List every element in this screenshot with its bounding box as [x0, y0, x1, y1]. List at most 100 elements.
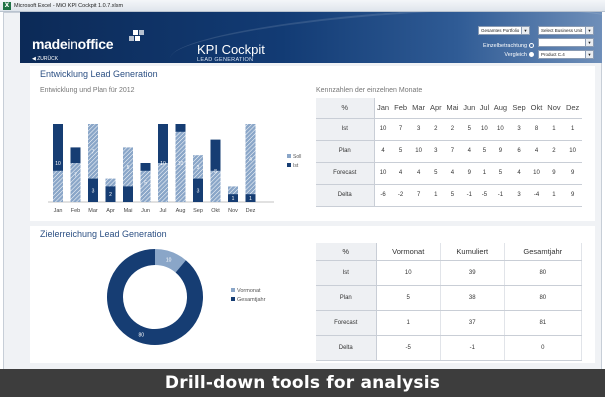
- table-cell: 10: [376, 260, 441, 286]
- table-cell: 5: [391, 140, 410, 163]
- table-row: Forecast 10 4 4 5 4 9 1 5 4 10 9 9: [316, 162, 582, 185]
- table-cell: 4: [509, 162, 529, 185]
- column-header: %: [316, 98, 375, 119]
- column-header: Mai: [443, 98, 461, 119]
- table-cell: -5: [477, 184, 492, 207]
- data-label-ist: 5: [144, 181, 147, 187]
- bar-soll-jan: [53, 170, 63, 202]
- column-header: Mar: [409, 98, 428, 119]
- back-link[interactable]: ◀ ZURÜCK: [32, 56, 58, 62]
- page-subtitle: LEAD GENERATION: [197, 57, 254, 63]
- data-label-soll: 4: [249, 157, 252, 163]
- bar-chart: 10 Jan 7 Feb 3 7 Mar 2 Apr 5 Mai 5 Jun 10 Jul 10 Aug 3 3 Se…: [48, 124, 301, 214]
- column-header: Sep: [509, 98, 529, 119]
- vergleich-radio[interactable]: Vergleich: [460, 52, 534, 58]
- table-cell: 5: [427, 162, 444, 185]
- x-tick-label: Jan: [54, 208, 63, 214]
- row-label: Delta: [316, 335, 377, 361]
- donut-label: 80: [139, 333, 145, 339]
- table-cell: 5: [443, 184, 461, 207]
- window-title: Microsoft Excel - MiO KPI Cockpit 1.0.7.…: [14, 2, 124, 9]
- column-header: Aug: [491, 98, 510, 119]
- x-tick-label: Mai: [124, 208, 133, 214]
- table-cell: 1: [544, 118, 564, 141]
- table-row: Ist 10 39 80: [316, 260, 583, 286]
- caption-banner: Drill-down tools for analysis: [0, 369, 605, 397]
- table-cell: 9: [563, 162, 582, 185]
- chart-subtitle: Entwicklung und Plan für 2012: [40, 87, 135, 94]
- excel-icon: X: [3, 1, 11, 10]
- table-cell: 10: [528, 162, 545, 185]
- table-cell: 4: [528, 140, 545, 163]
- data-label-ist: 7: [74, 173, 77, 179]
- table-cell: 4: [443, 162, 461, 185]
- column-header: Feb: [391, 98, 410, 119]
- table-cell: 9: [491, 140, 510, 163]
- data-label-ist: 10: [178, 161, 184, 167]
- table-cell: 2: [427, 118, 444, 141]
- table-cell: 1: [376, 310, 441, 336]
- table-cell: 80: [504, 285, 583, 311]
- table-cell: -1: [460, 184, 478, 207]
- table-cell: 37: [440, 310, 505, 336]
- chevron-down-icon: ▼: [521, 27, 529, 34]
- data-label-soll: 7: [92, 149, 95, 155]
- table-cell: -2: [391, 184, 410, 207]
- column-header: Nov: [544, 98, 564, 119]
- table-cell: 4: [391, 162, 410, 185]
- table-cell: 9: [544, 162, 564, 185]
- bar-soll-feb: [70, 163, 81, 202]
- table-cell: 8: [528, 118, 545, 141]
- table-cell: 7: [391, 118, 410, 141]
- row-label: Forecast: [316, 310, 377, 336]
- page-title: KPI Cockpit: [197, 42, 265, 57]
- x-tick-label: Mar: [88, 208, 98, 214]
- dashboard-header: madeinoffice ◀ ZURÜCK KPI Cockpit LEAD G…: [20, 12, 602, 63]
- data-label-ist: 1: [249, 196, 252, 202]
- table-row: Forecast 1 37 81: [316, 310, 583, 336]
- data-label-ist: 8: [214, 169, 217, 175]
- column-header: Gesamtjahr: [504, 243, 583, 261]
- x-tick-label: Feb: [71, 208, 80, 214]
- column-header: Okt: [528, 98, 545, 119]
- legend-label-soll: Soll: [293, 154, 301, 160]
- logo-mark-icon: [129, 30, 145, 42]
- x-tick-label: Okt: [211, 208, 220, 214]
- blank-select[interactable]: ▼: [538, 38, 594, 47]
- table-cell: 7: [443, 140, 461, 163]
- table-cell: 5: [460, 118, 478, 141]
- data-label-ist: 2: [109, 192, 112, 198]
- table-cell: 38: [440, 285, 505, 311]
- table-cell: 80: [504, 260, 583, 286]
- table-row: Plan 4 5 10 3 7 4 5 9 6 4 2 10: [316, 140, 582, 163]
- table-cell: 10: [477, 118, 492, 141]
- table-cell: 3: [427, 140, 444, 163]
- bar-ist-mai: [123, 186, 133, 202]
- column-header: Jan: [374, 98, 392, 119]
- business-unit-select[interactable]: Select Business Unit ▼: [538, 26, 594, 35]
- table-header-row: % Jan Feb Mar Apr Mai Jun Jul Aug Sep Okt Nov Dez: [316, 98, 582, 119]
- product-select[interactable]: Product C.4 ▼: [538, 50, 594, 59]
- einzelbetrachtung-radio[interactable]: Einzelbetrachtung: [460, 43, 534, 49]
- data-label-ist: 1: [232, 196, 235, 202]
- row-label: Plan: [316, 285, 377, 311]
- table-title-monthly: Kennzahlen der einzelnen Monate: [316, 87, 423, 94]
- table-cell: -4: [528, 184, 545, 207]
- row-label: Forecast: [316, 162, 375, 185]
- table-row: Delta -6 -2 7 1 5 -1 -5 -1 3 -4 1 9: [316, 184, 582, 207]
- chevron-down-icon: ▼: [585, 51, 593, 58]
- table-cell: 1: [427, 184, 444, 207]
- table-row: Plan 5 38 80: [316, 285, 583, 311]
- x-tick-label: Sep: [193, 208, 203, 214]
- row-label: Ist: [316, 260, 377, 286]
- column-header: Apr: [427, 98, 444, 119]
- portfolio-select[interactable]: Gesamtes Portfolio ▼: [478, 26, 530, 35]
- data-label-ist: 10: [55, 161, 61, 167]
- table-cell: -1: [491, 184, 510, 207]
- table-cell: 5: [477, 140, 492, 163]
- table-cell: 4: [409, 162, 428, 185]
- table-cell: -5: [376, 335, 441, 361]
- legend-swatch-ist: [287, 163, 291, 167]
- x-tick-label: Apr: [106, 208, 115, 214]
- table-cell: -6: [374, 184, 392, 207]
